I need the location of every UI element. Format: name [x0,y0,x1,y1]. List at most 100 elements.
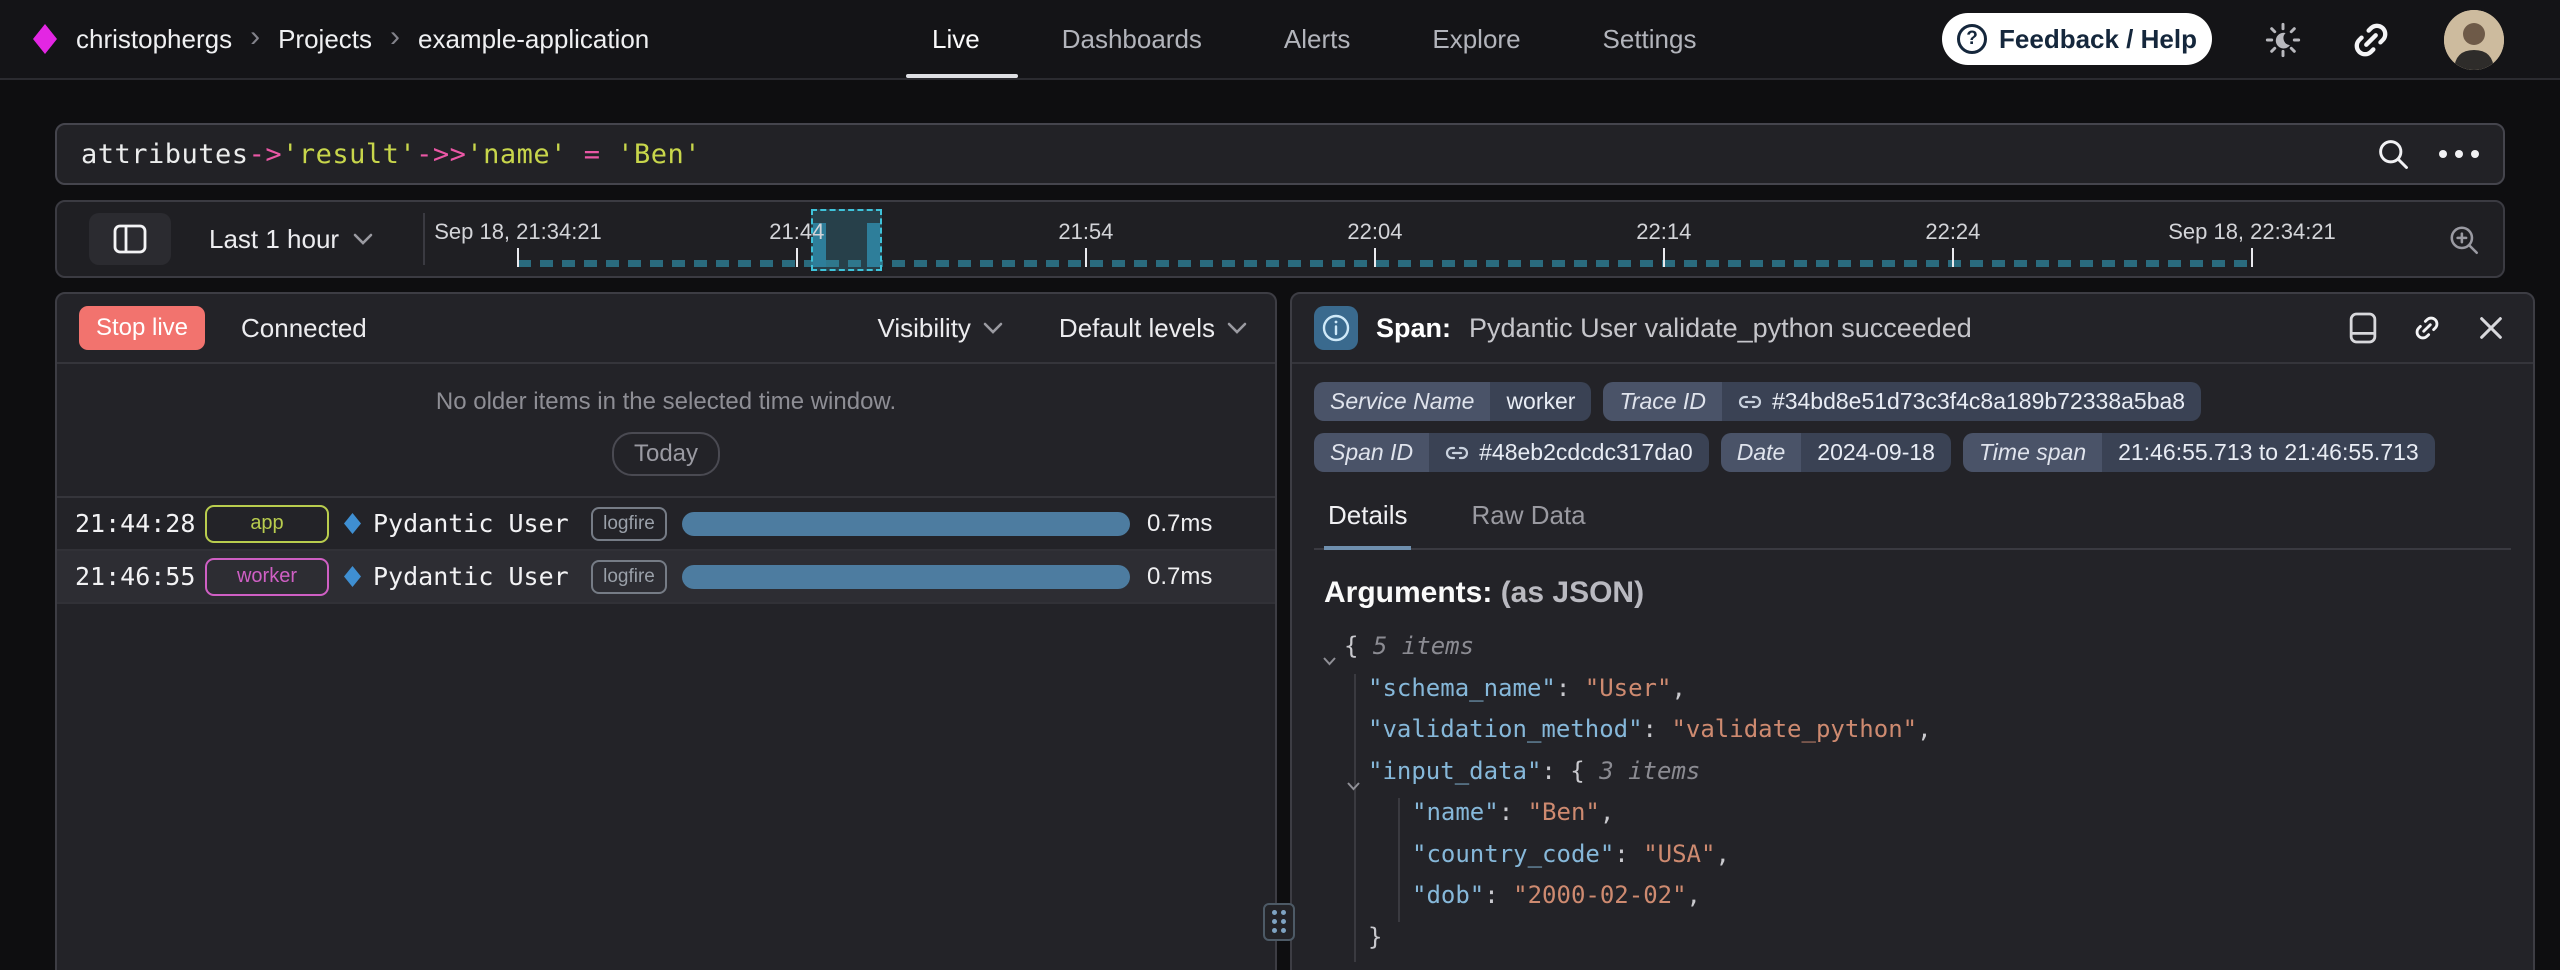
nav-tab-explore[interactable]: Explore [1432,24,1520,55]
scope-badge: logfire [591,507,667,541]
visibility-label: Visibility [877,313,970,344]
json-token: { [1344,632,1373,660]
json-token: , [1600,798,1614,826]
timeline-zoom-button[interactable] [2441,217,2487,263]
panel-resize-handle[interactable] [1263,903,1295,941]
timeline-tick-mark [1952,248,1954,267]
span-row[interactable]: 21:46:55workerPydantic Userlogfire0.7ms [57,551,1275,604]
json-token: , [1687,881,1701,909]
query-bar[interactable]: attributes->'result'->>'name' = 'Ben' [55,123,2505,185]
json-token: "2000-02-02" [1513,881,1686,909]
breadcrumb-item[interactable]: example-application [418,24,649,55]
breadcrumb-separator: › [390,22,400,52]
arguments-heading-suffix: (as JSON) [1501,576,1644,609]
json-token: "Ben" [1528,798,1600,826]
breadcrumb-item[interactable]: christophergs [76,24,232,55]
user-avatar[interactable] [2444,10,2504,70]
info-icon [1321,313,1351,343]
avatar-photo [2444,10,2504,70]
logfire-logo-icon[interactable] [32,23,58,55]
json-token: : [1541,757,1570,785]
scope-badge: logfire [591,560,667,594]
timeline-plot[interactable]: Sep 18, 21:34:21 Sep 18, 22:34:21 21:442… [518,202,2252,276]
json-line: "dob": "2000-02-02", [1324,875,2501,917]
span-timestamp: 21:44:28 [75,509,193,538]
json-token: , [1917,715,1931,743]
topbar: christophergs›Projects›example-applicati… [0,0,2560,80]
detail-content: Arguments: (as JSON) { 5 items"schema_na… [1292,550,2533,958]
link-icon [1445,441,1469,465]
detail-panel-header: Span: Pydantic User validate_python succ… [1292,294,2533,364]
info-chip [1314,306,1358,350]
breadcrumb: christophergs›Projects›example-applicati… [32,0,649,78]
json-token: } [1368,923,1382,951]
span-name: Pydantic User [373,562,569,591]
service-badge: app [205,505,329,543]
visibility-dropdown[interactable]: Visibility [871,312,1008,345]
json-token: "USA" [1643,840,1715,868]
json-line: "name": "Ben", [1324,792,2501,834]
timeline-start-tick [517,248,519,267]
duration-bar [682,512,1130,536]
share-link-button[interactable] [2345,14,2397,66]
chevron-down-icon [983,322,1003,334]
tab-details[interactable]: Details [1324,486,1411,550]
badge-label: Service Name [1314,382,1490,421]
duration-bar [682,565,1130,589]
nav-tab-live[interactable]: Live [932,24,980,55]
breadcrumb-items: christophergs›Projects›example-applicati… [76,24,649,55]
badge-label: Span ID [1314,433,1429,472]
default-levels-dropdown[interactable]: Default levels [1053,312,1253,345]
metadata-badge: Span ID#48eb2cdcdc317da0 [1314,433,1709,472]
logfire-app: christophergs›Projects›example-applicati… [0,0,2560,970]
json-token: : [1643,715,1672,743]
timeline-tick-label: 21:44 [769,219,824,245]
theme-toggle-button[interactable] [2257,14,2309,66]
span-row-list: 21:44:28appPydantic Userlogfire0.7ms21:4… [57,498,1275,604]
chevron-down-icon [353,233,373,245]
feedback-help-label: Feedback / Help [1999,24,2197,55]
today-button[interactable]: Today [612,432,720,476]
query-input[interactable]: attributes->'result'->>'name' = 'Ben' [81,139,2375,170]
default-levels-label: Default levels [1059,313,1215,344]
sidebar-toggle-button[interactable] [89,213,171,265]
link-icon [1738,390,1762,414]
query-more-button[interactable] [2439,150,2479,158]
query-token: 'name' [466,139,567,170]
dock-panel-button[interactable] [2343,308,2383,348]
nav-tab-dashboards[interactable]: Dashboards [1062,24,1202,55]
search-icon[interactable] [2375,136,2411,172]
metadata-badge: Time span21:46:55.713 to 21:46:55.713 [1963,433,2435,472]
tab-raw-data[interactable]: Raw Data [1467,486,1589,550]
json-token: , [1671,674,1685,702]
dock-bottom-icon [2349,311,2377,345]
service-badge: worker [205,558,329,596]
time-range-dropdown[interactable]: Last 1 hour [203,202,379,276]
badge-value[interactable]: #48eb2cdcdc317da0 [1429,433,1709,472]
nav-tab-alerts[interactable]: Alerts [1284,24,1350,55]
close-panel-button[interactable] [2471,308,2511,348]
nav-tab-settings[interactable]: Settings [1603,24,1697,55]
query-token: ->> [416,139,466,170]
badge-value[interactable]: #34bd8e51d73c3f4c8a189b72338a5ba8 [1722,382,2201,421]
json-token: : [1614,840,1643,868]
timeline-histogram [518,260,2252,267]
histogram-spike [867,223,880,267]
timeline-end-label: Sep 18, 22:34:21 [2168,219,2336,245]
span-title: Pydantic User validate_python succeeded [1469,313,2319,344]
copy-link-button[interactable] [2407,308,2447,348]
feedback-help-button[interactable]: ? Feedback / Help [1942,13,2212,65]
json-token: "country_code" [1412,840,1614,868]
main-nav: Live Dashboards Alerts Explore Settings [932,0,1696,78]
span-row[interactable]: 21:44:28appPydantic Userlogfire0.7ms [57,498,1275,551]
help-icon: ? [1957,24,1987,54]
metadata-badge: Date2024-09-18 [1721,433,1951,472]
breadcrumb-item[interactable]: Projects [278,24,372,55]
json-token: "User" [1585,674,1672,702]
stop-live-button[interactable]: Stop live [79,306,205,350]
timeline-end-tick [2251,248,2253,267]
sun-moon-icon [2263,17,2303,63]
timeline-bar: Last 1 hour Sep 18, 21:34:21 Sep 18, 22:… [55,200,2505,278]
json-token: : [1556,674,1585,702]
live-panel-header: Stop live Connected Visibility Default l… [57,294,1275,364]
